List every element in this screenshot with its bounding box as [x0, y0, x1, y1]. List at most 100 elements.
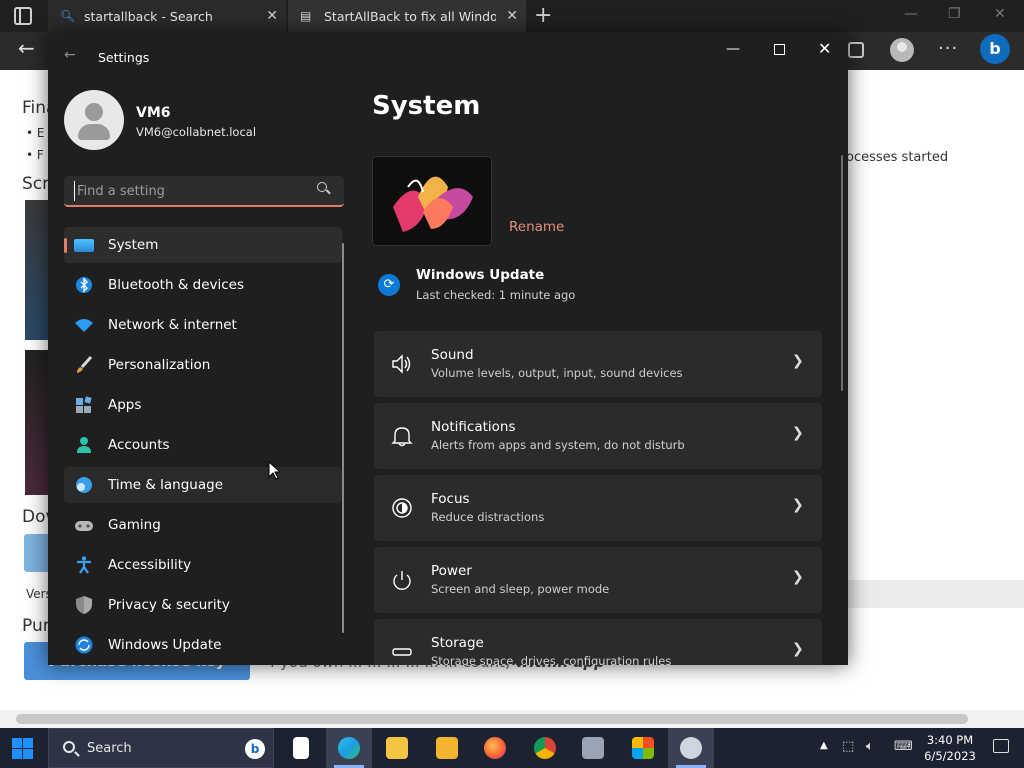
windows-update-status: Last checked: 1 minute ago — [416, 288, 576, 302]
chrome-icon[interactable] — [522, 728, 568, 768]
nav-label: Bluetooth & devices — [108, 277, 245, 293]
settings-window: ← Settings — ✕ VM6 VM6@collabnet.local S… — [48, 33, 848, 665]
speaker-icon — [391, 353, 413, 375]
card-power[interactable]: Power Screen and sleep, power mode ❯ — [374, 547, 822, 613]
tab-title: startallback - Search — [84, 8, 213, 24]
edge-icon[interactable] — [326, 728, 372, 768]
card-sound[interactable]: Sound Volume levels, output, input, soun… — [374, 331, 822, 397]
card-subtitle: Reduce distractions — [431, 510, 545, 524]
close-tab-icon[interactable]: ✕ — [266, 8, 278, 24]
close-tab-icon[interactable]: ✕ — [506, 8, 518, 24]
card-subtitle: Storage space, drives, configuration rul… — [431, 654, 672, 665]
search-input[interactable] — [74, 181, 304, 201]
chevron-right-icon: ❯ — [792, 641, 804, 657]
nav-label: Accounts — [108, 437, 170, 453]
clock[interactable]: 3:40 PM 6/5/2023 — [920, 732, 980, 764]
nav-label: Accessibility — [108, 557, 192, 573]
more-options-icon[interactable]: ··· — [938, 38, 958, 59]
settings-icon[interactable] — [668, 728, 714, 768]
nav-item-apps[interactable]: Apps — [64, 387, 342, 423]
nav-label: Apps — [108, 397, 142, 413]
minimize-icon[interactable]: — — [904, 6, 918, 22]
search-icon — [63, 741, 75, 753]
task-view-icon[interactable] — [278, 728, 324, 768]
bell-icon — [391, 425, 413, 447]
clock-time: 3:40 PM — [926, 733, 974, 747]
file-explorer-icon[interactable] — [374, 728, 420, 768]
browser-tab-search[interactable]: 🔍︎ startallback - Search ✕ — [48, 0, 286, 32]
nav-item-accounts[interactable]: Accounts — [64, 427, 342, 463]
nav-item-system[interactable]: System — [64, 227, 342, 263]
back-arrow-icon[interactable]: ← — [64, 47, 76, 63]
nav-item-bluetooth-devices[interactable]: Bluetooth & devices — [64, 267, 342, 303]
focus-icon — [391, 497, 413, 519]
store-icon[interactable] — [620, 728, 666, 768]
nav-item-personalization[interactable]: Personalization — [64, 347, 342, 383]
card-storage[interactable]: Storage Storage space, drives, configura… — [374, 619, 822, 665]
windows-update-title[interactable]: Windows Update — [416, 267, 544, 283]
notification-icon[interactable] — [993, 739, 1009, 753]
card-subtitle: Volume levels, output, input, sound devi… — [431, 366, 683, 380]
rename-link[interactable]: Rename — [509, 219, 564, 235]
nav-item-windows-update[interactable]: Windows Update — [64, 627, 342, 663]
collections-icon[interactable] — [848, 42, 864, 58]
power-icon — [391, 569, 413, 591]
taskbar-search[interactable]: Search b — [48, 728, 274, 768]
nav-scrollbar[interactable] — [342, 243, 344, 633]
card-notifications[interactable]: Notifications Alerts from apps and syste… — [374, 403, 822, 469]
nav-item-network-internet[interactable]: Network & internet — [64, 307, 342, 343]
main-scrollbar[interactable] — [841, 155, 843, 391]
settings-search-box[interactable] — [64, 176, 344, 207]
keyboard-icon[interactable]: ⌨ — [894, 739, 913, 754]
tab-title: StartAllBack to fix all Windows 1 — [324, 8, 496, 24]
profile-icon[interactable] — [890, 38, 914, 62]
taskbar: Search b ▲ ⬚ 🔈︎ ⌨ 3:40 PM 6/5/2023 — [0, 728, 1024, 768]
wifi-icon — [74, 316, 94, 334]
avatar[interactable] — [64, 90, 124, 150]
desktop-wallpaper-thumbnail — [372, 156, 492, 246]
page-icon: ▤ — [300, 9, 312, 23]
tab-bar: 🔍︎ startallback - Search ✕ ▤ StartAllBac… — [0, 0, 1024, 32]
close-icon[interactable]: ✕ — [818, 39, 831, 58]
volume-icon[interactable]: 🔈︎ — [866, 739, 874, 754]
bluetooth-icon — [74, 276, 94, 294]
mouse-cursor-icon — [268, 461, 280, 480]
page-text-fragment: ocesses started — [846, 150, 949, 165]
card-focus[interactable]: Focus Reduce distractions ❯ — [374, 475, 822, 541]
browser-tab-startallback[interactable]: ▤ StartAllBack to fix all Windows 1 ✕ — [288, 0, 526, 32]
bing-icon[interactable]: b — [245, 739, 265, 759]
storage-icon — [391, 641, 413, 663]
back-arrow-icon[interactable]: ← — [18, 36, 35, 60]
firefox-icon[interactable] — [472, 728, 518, 768]
brush-icon — [74, 355, 94, 374]
nav-label: Network & internet — [108, 317, 237, 333]
tab-actions-icon[interactable] — [14, 7, 32, 25]
network-icon[interactable]: ⬚ — [842, 739, 854, 754]
nav-item-privacy-security[interactable]: Privacy & security — [64, 587, 342, 623]
nav-item-gaming[interactable]: Gaming — [64, 507, 342, 543]
new-tab-button[interactable]: + — [534, 3, 552, 28]
chevron-up-icon[interactable]: ▲ — [820, 740, 828, 751]
nav-label: Personalization — [108, 357, 211, 373]
card-title: Focus — [431, 491, 470, 507]
nav-item-accessibility[interactable]: Accessibility — [64, 547, 342, 583]
maximize-icon[interactable] — [774, 44, 785, 55]
card-title: Power — [431, 563, 472, 579]
account-email: VM6@collabnet.local — [136, 125, 257, 139]
restore-icon[interactable]: ❐ — [948, 6, 961, 22]
update-icon — [74, 636, 94, 654]
display-icon — [74, 239, 94, 252]
folder-icon[interactable] — [424, 728, 470, 768]
close-icon[interactable]: ✕ — [994, 6, 1006, 22]
chevron-right-icon: ❯ — [792, 425, 804, 441]
selected-indicator — [64, 238, 67, 253]
minimize-icon[interactable]: — — [726, 41, 740, 57]
start-button[interactable] — [12, 738, 34, 760]
nav-item-time-language[interactable]: Time & language — [64, 467, 342, 503]
settings-titlebar[interactable]: ← Settings — ✕ — [48, 33, 848, 81]
page-title: System — [372, 91, 481, 121]
bing-chat-icon[interactable]: b — [980, 34, 1010, 64]
control-panel-icon[interactable] — [570, 728, 616, 768]
horizontal-scrollbar[interactable] — [0, 710, 1024, 728]
scrollbar-thumb[interactable] — [16, 714, 968, 724]
